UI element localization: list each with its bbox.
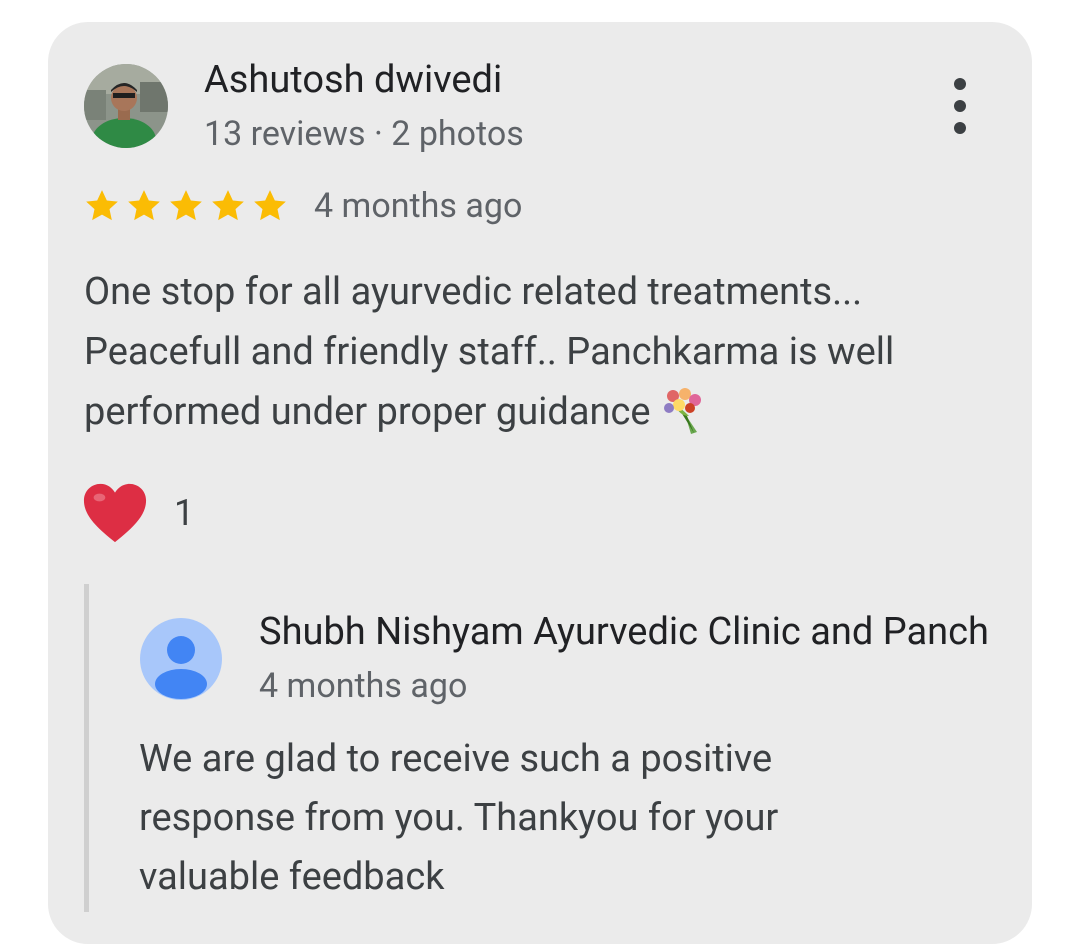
star-rating xyxy=(82,186,290,226)
reaction-button[interactable]: 1 xyxy=(80,480,194,546)
rating-row: 4 months ago xyxy=(82,186,522,226)
star-icon xyxy=(254,190,286,221)
reviewer-name[interactable]: Ashutosh dwivedi xyxy=(204,58,502,102)
star-icon xyxy=(128,190,160,221)
review-text-block: One stop for all ayurvedic related treat… xyxy=(84,262,1004,442)
heart-icon xyxy=(83,483,147,543)
review-time: 4 months ago xyxy=(314,186,523,226)
more-dot xyxy=(954,78,966,90)
more-dot xyxy=(954,122,966,134)
bouquet-emoji xyxy=(663,388,701,434)
person-icon xyxy=(140,618,222,700)
more-dot xyxy=(954,100,966,112)
reaction-count: 1 xyxy=(174,492,195,534)
star-icon xyxy=(86,190,118,221)
star-icon xyxy=(170,190,202,221)
star-icon xyxy=(212,190,244,221)
owner-reply-text: We are glad to receive such a positive r… xyxy=(139,737,779,899)
owner-reply: Shubh Nishyam Ayurvedic Clinic and Panch… xyxy=(84,584,1032,912)
more-options-icon[interactable] xyxy=(942,78,978,134)
reviewer-avatar[interactable] xyxy=(84,64,168,148)
owner-reply-time: 4 months ago xyxy=(259,666,468,706)
owner-name: Shubh Nishyam Ayurvedic Clinic and Panch xyxy=(259,610,989,654)
review-text: One stop for all ayurvedic related treat… xyxy=(84,270,895,434)
reviewer-meta: 13 reviews · 2 photos xyxy=(204,114,524,154)
review-card: Ashutosh dwivedi 13 reviews · 2 photos 4… xyxy=(48,22,1032,944)
